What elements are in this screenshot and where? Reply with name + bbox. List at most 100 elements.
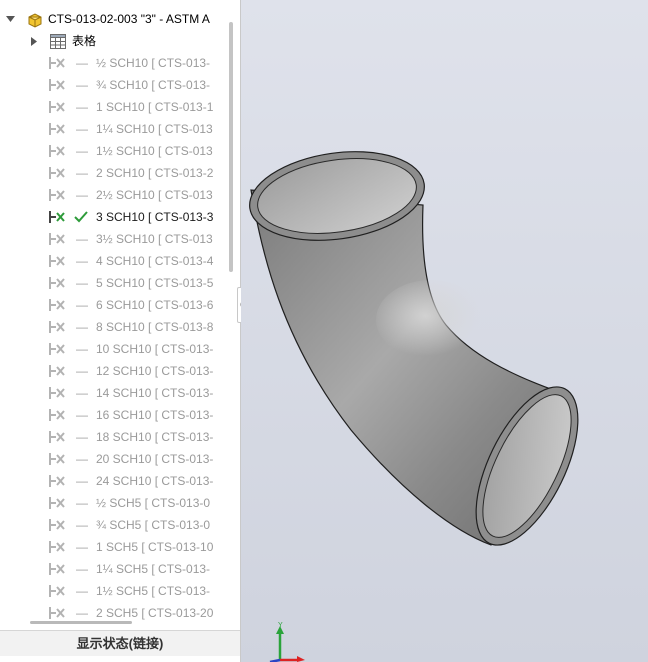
config-item[interactable]: — 18 SCH10 [ CTS-013- xyxy=(0,426,222,448)
config-item[interactable]: — ½ SCH5 [ CTS-013-0 xyxy=(0,492,222,514)
inactive-dash-icon: — xyxy=(76,100,88,114)
configuration-icon xyxy=(49,167,65,179)
inactive-dash-icon: — xyxy=(76,320,88,334)
axis-triad-icon[interactable]: Y xyxy=(267,620,307,662)
surface-highlight xyxy=(376,280,486,360)
display-state-label: 显示状态(链接) xyxy=(76,636,164,651)
inactive-dash-icon: — xyxy=(76,562,88,576)
inactive-dash-icon: — xyxy=(76,254,88,268)
config-item-label: 20 SCH10 [ CTS-013- xyxy=(96,452,214,466)
configuration-icon xyxy=(49,57,65,69)
inactive-dash-icon: — xyxy=(76,166,88,180)
inactive-dash-icon: — xyxy=(76,232,88,246)
tree-item-tables[interactable]: 表格 xyxy=(0,30,222,52)
pane-bottom-strip xyxy=(0,656,240,662)
config-item-label: 3½ SCH10 [ CTS-013 xyxy=(96,232,213,246)
configuration-icon xyxy=(49,387,65,399)
config-item-label: ½ SCH5 [ CTS-013-0 xyxy=(96,496,211,510)
configuration-icon xyxy=(49,431,65,443)
config-item-label: 24 SCH10 [ CTS-013- xyxy=(96,474,214,488)
config-item-label: 2½ SCH10 [ CTS-013 xyxy=(96,188,213,202)
inactive-dash-icon: — xyxy=(76,298,88,312)
config-item[interactable]: — 16 SCH10 [ CTS-013- xyxy=(0,404,222,426)
configuration-icon xyxy=(49,277,65,289)
configuration-icon xyxy=(49,343,65,355)
config-item[interactable]: — 10 SCH10 [ CTS-013- xyxy=(0,338,222,360)
inactive-dash-icon: — xyxy=(76,474,88,488)
config-item[interactable]: — 1½ SCH5 [ CTS-013- xyxy=(0,580,222,602)
configuration-icon xyxy=(49,541,65,553)
inactive-dash-icon: — xyxy=(76,452,88,466)
config-item[interactable]: — 8 SCH10 [ CTS-013-8 xyxy=(0,316,222,338)
config-item[interactable]: — 14 SCH10 [ CTS-013- xyxy=(0,382,222,404)
config-item[interactable]: — 1¼ SCH10 [ CTS-013 xyxy=(0,118,222,140)
inactive-dash-icon: — xyxy=(76,430,88,444)
config-item[interactable]: — 1½ SCH10 [ CTS-013 xyxy=(0,140,222,162)
vertical-scrollbar[interactable] xyxy=(229,22,233,272)
config-item-label: 18 SCH10 [ CTS-013- xyxy=(96,430,214,444)
inactive-dash-icon: — xyxy=(76,144,88,158)
active-check-icon xyxy=(74,211,88,223)
expand-caret-icon[interactable] xyxy=(31,37,37,46)
tree-item-tables-label: 表格 xyxy=(72,34,97,48)
configuration-icon xyxy=(49,211,65,223)
config-item[interactable]: 3 SCH10 [ CTS-013-3 xyxy=(0,206,222,228)
config-item[interactable]: — 1¼ SCH5 [ CTS-013- xyxy=(0,558,222,580)
configuration-icon xyxy=(49,563,65,575)
config-item[interactable]: — 1 SCH5 [ CTS-013-10 xyxy=(0,536,222,558)
config-item-label: 1 SCH5 [ CTS-013-10 xyxy=(96,540,214,554)
tree-root-item[interactable]: CTS-013-02-003 "3" - ASTM A xyxy=(0,8,222,30)
config-item[interactable]: — 6 SCH10 [ CTS-013-6 xyxy=(0,294,222,316)
config-item[interactable]: — 24 SCH10 [ CTS-013- xyxy=(0,470,222,492)
config-item-label: ½ SCH10 [ CTS-013- xyxy=(96,56,211,70)
config-item-label: 1¼ SCH10 [ CTS-013 xyxy=(96,122,213,136)
configuration-icon xyxy=(49,299,65,311)
config-item-label: 1 SCH10 [ CTS-013-1 xyxy=(96,100,214,114)
inactive-dash-icon: — xyxy=(76,56,88,70)
config-item-label: ¾ SCH5 [ CTS-013-0 xyxy=(96,518,211,532)
inactive-dash-icon: — xyxy=(76,496,88,510)
config-item[interactable]: — ½ SCH10 [ CTS-013- xyxy=(0,52,222,74)
config-item[interactable]: — 2½ SCH10 [ CTS-013 xyxy=(0,184,222,206)
display-state-header[interactable]: 显示状态(链接) xyxy=(0,630,240,657)
configuration-icon xyxy=(49,365,65,377)
config-item-label: 14 SCH10 [ CTS-013- xyxy=(96,386,214,400)
config-item[interactable]: — ¾ SCH5 [ CTS-013-0 xyxy=(0,514,222,536)
config-item-label: 1¼ SCH5 [ CTS-013- xyxy=(96,562,211,576)
config-item-label: 16 SCH10 [ CTS-013- xyxy=(96,408,214,422)
config-item[interactable]: — 2 SCH10 [ CTS-013-2 xyxy=(0,162,222,184)
config-item[interactable]: — ¾ SCH10 [ CTS-013- xyxy=(0,74,222,96)
collapse-caret-icon[interactable] xyxy=(6,16,15,23)
configuration-icon xyxy=(49,409,65,421)
configuration-icon xyxy=(49,475,65,487)
config-item-label: 8 SCH10 [ CTS-013-8 xyxy=(96,320,214,334)
configuration-icon xyxy=(49,607,65,619)
configuration-icon xyxy=(49,519,65,531)
config-item-label: 1½ SCH5 [ CTS-013- xyxy=(96,584,211,598)
configuration-icon xyxy=(49,321,65,333)
config-item-label: 1½ SCH10 [ CTS-013 xyxy=(96,144,213,158)
config-item-label: 10 SCH10 [ CTS-013- xyxy=(96,342,214,356)
inactive-dash-icon: — xyxy=(76,342,88,356)
configuration-icon xyxy=(49,233,65,245)
config-item-label: 4 SCH10 [ CTS-013-4 xyxy=(96,254,214,268)
inactive-dash-icon: — xyxy=(76,540,88,554)
inactive-dash-icon: — xyxy=(76,386,88,400)
config-item-label: 5 SCH10 [ CTS-013-5 xyxy=(96,276,214,290)
configuration-icon xyxy=(49,101,65,113)
graphics-viewport[interactable]: Y xyxy=(241,0,648,662)
configuration-icon xyxy=(49,255,65,267)
config-item[interactable]: — 1 SCH10 [ CTS-013-1 xyxy=(0,96,222,118)
configuration-icon xyxy=(49,585,65,597)
horizontal-scrollbar[interactable] xyxy=(30,621,132,624)
config-item[interactable]: — 3½ SCH10 [ CTS-013 xyxy=(0,228,222,250)
tree-root-label: CTS-013-02-003 "3" - ASTM A xyxy=(48,12,210,26)
config-item[interactable]: — 20 SCH10 [ CTS-013- xyxy=(0,448,222,470)
config-item-label: 3 SCH10 [ CTS-013-3 xyxy=(96,210,214,224)
inactive-dash-icon: — xyxy=(76,584,88,598)
configuration-icon xyxy=(49,189,65,201)
config-item[interactable]: — 4 SCH10 [ CTS-013-4 xyxy=(0,250,222,272)
config-item[interactable]: — 5 SCH10 [ CTS-013-5 xyxy=(0,272,222,294)
config-item-label: ¾ SCH10 [ CTS-013- xyxy=(96,78,211,92)
config-item[interactable]: — 12 SCH10 [ CTS-013- xyxy=(0,360,222,382)
